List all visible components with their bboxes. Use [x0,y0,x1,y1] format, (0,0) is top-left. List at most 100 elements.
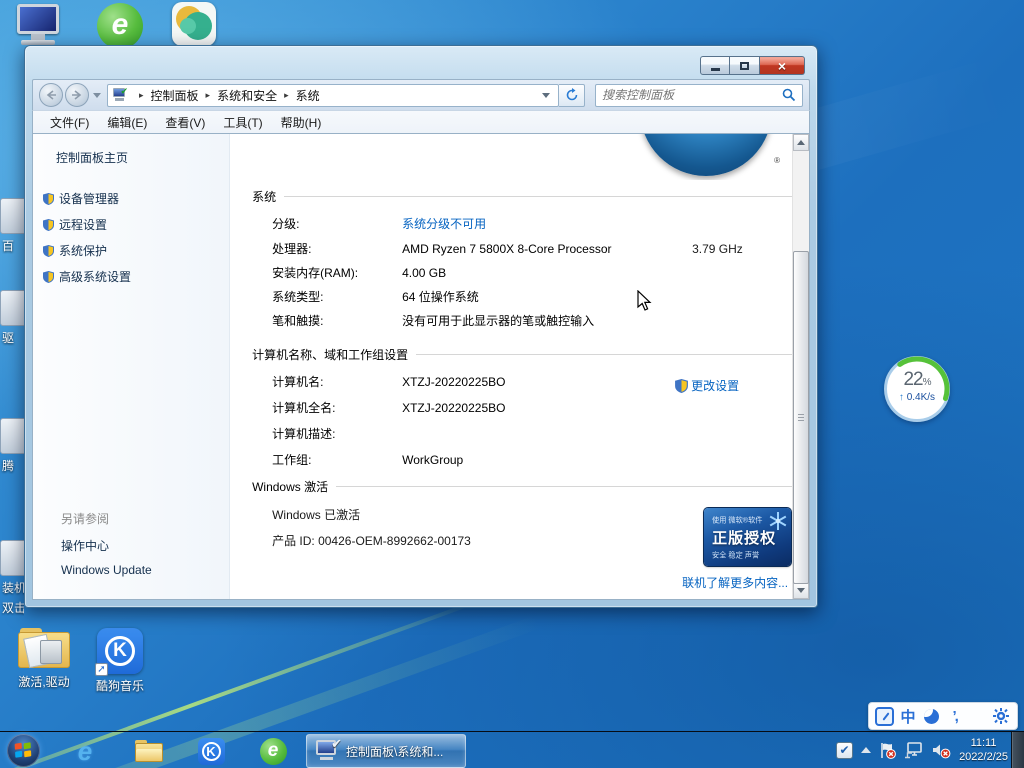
scroll-up-icon [797,140,805,145]
breadcrumb-control-panel[interactable]: 控制面板 [151,87,199,104]
scrollbar-thumb[interactable] [793,251,809,584]
row-workgroup: 工作组: WorkGroup [252,452,792,469]
section-computer-name: 计算机名称、域和工作组设置 [252,346,792,363]
breadcrumb-system[interactable]: 系统 [296,87,320,104]
my-computer-icon [13,4,63,46]
sidebar: 控制面板主页 设备管理器 远程设置 系统保护 高级系统设置 [33,134,230,599]
window-titlebar[interactable]: × [25,46,817,79]
uac-shield-icon [43,271,54,283]
ime-punctuation-button[interactable]: ’, [945,706,965,726]
menu-file[interactable]: 文件(F) [41,111,98,134]
show-hidden-icons-button[interactable] [861,747,871,753]
row-computer-description: 计算机描述: [252,426,792,443]
search-box[interactable] [595,84,803,107]
address-dropdown-icon[interactable] [542,93,550,98]
sidebar-item-label: 远程设置 [59,216,107,233]
scrollbar-track[interactable] [793,151,809,582]
maximize-button[interactable] [730,56,760,75]
network-icon [904,742,924,759]
generic-file-icon [0,418,24,454]
ime-logo-icon [875,707,894,726]
sidebar-item-device-manager[interactable]: 设备管理器 [43,190,229,207]
taskbar-clock[interactable]: 11:11 2022/2/25 [959,736,1008,764]
desktop-icon-partial[interactable]: 腾 [0,418,24,474]
scroll-up-button[interactable] [793,134,809,151]
volume-button[interactable] [932,742,951,759]
desktop-icon-green-browser[interactable]: e [88,3,152,49]
network-status-button[interactable] [904,742,924,759]
sidebar-item-action-center[interactable]: 操作中心 [61,537,229,554]
menu-edit[interactable]: 编辑(E) [98,111,156,134]
refresh-button[interactable] [559,84,585,107]
tray-checkmark-button[interactable]: ✔ [836,742,853,759]
ime-settings-button[interactable] [991,706,1011,726]
search-input[interactable] [602,88,782,102]
close-button[interactable]: × [760,56,805,75]
menu-bar: 文件(F) 编辑(E) 查看(V) 工具(T) 帮助(H) [32,110,810,134]
action-center-button[interactable] [879,742,896,759]
minimize-icon [711,68,720,71]
desktop-icon-partial[interactable]: 驱 [0,290,24,346]
speed-ball-widget[interactable]: 22% ↑ 0.4K/s [884,356,950,422]
sidebar-item-control-panel-home[interactable]: 控制面板主页 [56,149,229,166]
main-content: ® 系统 分级: 系统分级不可用 处理器: AMD Ryzen 7 5800X … [230,134,792,599]
windows-orb-graphic: ® [634,134,784,180]
gear-icon [993,708,1009,724]
sidebar-item-label: 高级系统设置 [59,268,131,285]
minimize-button[interactable] [700,56,730,75]
up-triangle-icon [861,747,871,753]
forward-button[interactable] [65,83,89,107]
folder-driver-icon [18,628,70,670]
scroll-down-button[interactable] [793,582,809,599]
vertical-scrollbar [792,134,809,599]
search-icon[interactable] [782,88,796,102]
breadcrumb-separator: ▸ [139,90,144,101]
menu-help[interactable]: 帮助(H) [272,111,331,134]
see-also-group: 另请参阅 操作中心 Windows Update [33,510,229,586]
ime-logo-button[interactable] [875,706,895,726]
window-client-area: 控制面板主页 设备管理器 远程设置 系统保护 高级系统设置 [32,134,810,600]
desktop-icon-driver-folder[interactable]: 激活,驱动 [12,628,76,690]
desktop-icon-partial[interactable]: 装机 双击 [0,540,24,616]
menu-tools[interactable]: 工具(T) [214,111,271,134]
sidebar-item-system-protection[interactable]: 系统保护 [43,242,229,259]
back-arrow-icon [45,90,57,100]
breadcrumb-system-security[interactable]: 系统和安全 [217,87,277,104]
address-bar[interactable]: ✔ ▸ 控制面板 ▸ 系统和安全 ▸ 系统 [107,84,559,107]
generic-file-icon [0,540,24,576]
generic-file-icon [0,198,24,234]
desktop-icon-partial[interactable]: 百 [0,198,24,254]
row-processor: 处理器: AMD Ryzen 7 5800X 8-Core Processor … [252,241,792,258]
rating-unavailable-link[interactable]: 系统分级不可用 [402,216,792,233]
learn-more-online-link[interactable]: 联机了解更多内容... [682,574,788,591]
taskbar-green-browser-button[interactable]: e [258,736,288,766]
processor-speed: 3.79 GHz [692,241,792,258]
sidebar-item-windows-update[interactable]: Windows Update [61,563,229,577]
ime-user-button[interactable] [968,706,988,726]
close-icon: × [778,58,786,74]
taskbar-active-window-button[interactable]: ✔ 控制面板\系统和... [306,734,466,768]
sidebar-item-advanced-system-settings[interactable]: 高级系统设置 [43,268,229,285]
ime-chinese-mode-button[interactable]: 中 [898,706,918,726]
sidebar-item-remote-settings[interactable]: 远程设置 [43,216,229,233]
uac-shield-icon [43,219,54,231]
uac-shield-icon [43,193,54,205]
start-button[interactable] [7,734,40,767]
menu-view[interactable]: 查看(V) [156,111,214,134]
taskbar-ie-button[interactable]: e [70,736,100,766]
maximize-icon [740,62,749,70]
swirl-app-icon [172,2,216,46]
desktop-icon-my-computer[interactable] [6,4,70,46]
taskbar-explorer-button[interactable] [134,736,164,766]
ime-fullwidth-moon-button[interactable] [921,706,941,726]
taskbar-kugou-button[interactable]: K [196,736,226,766]
recent-pages-chevron-icon[interactable] [93,93,101,98]
speaker-muted-icon [932,742,951,759]
row-system-type: 系统类型: 64 位操作系统 [252,289,792,306]
show-desktop-button[interactable] [1011,732,1024,768]
desktop-icon-swirl-app[interactable] [162,2,226,46]
desktop-icon-kugou[interactable]: K ➚ 酷狗音乐 [88,628,152,694]
change-settings-link[interactable]: 更改设置 [675,377,739,394]
green-e-browser-icon: e [97,3,143,49]
back-button[interactable] [39,83,63,107]
